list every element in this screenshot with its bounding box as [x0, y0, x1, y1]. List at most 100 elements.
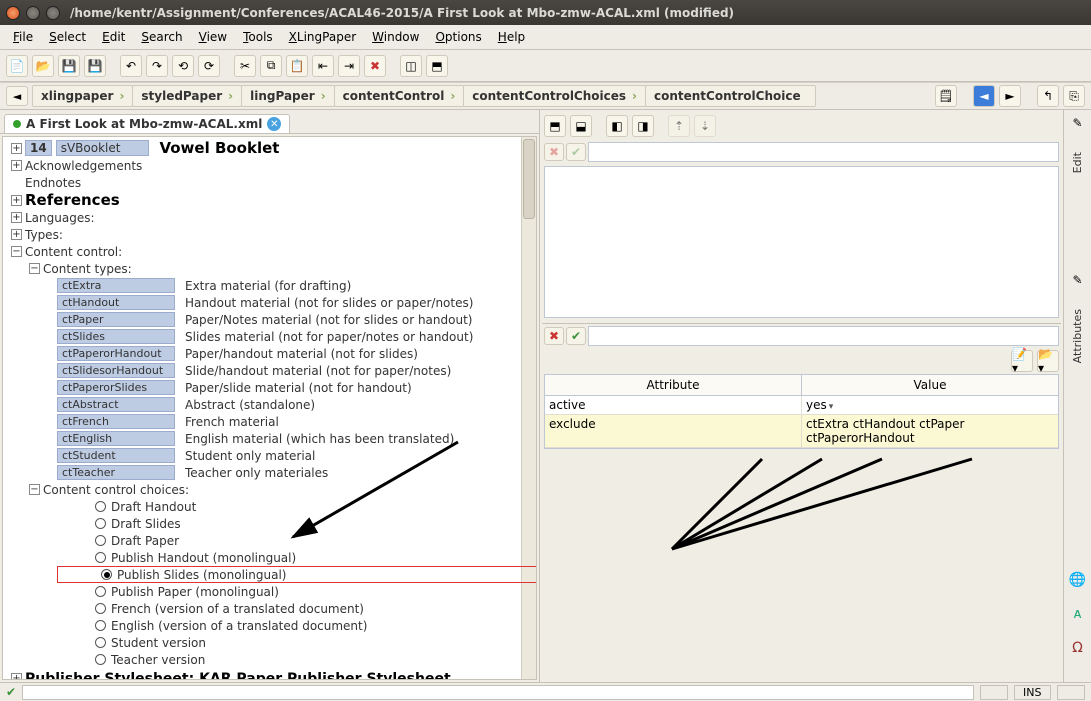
- document-area[interactable]: + 14 sVBooklet Vowel Booklet +Acknowledg…: [2, 136, 537, 680]
- open-icon[interactable]: 📂: [32, 55, 54, 77]
- radio-icon[interactable]: [95, 620, 106, 631]
- paste-before-icon[interactable]: ⇤: [312, 55, 334, 77]
- apply-button[interactable]: ✔: [566, 143, 586, 161]
- delete-icon[interactable]: ✖: [364, 55, 386, 77]
- content-choice[interactable]: Student version: [95, 634, 534, 651]
- content-choice[interactable]: Publish Slides (monolingual): [57, 566, 537, 583]
- collapse-icon[interactable]: −: [11, 246, 22, 257]
- copy-icon[interactable]: ⧉: [260, 55, 282, 77]
- insert-b-icon[interactable]: ⬓: [570, 115, 592, 137]
- view-text-icon[interactable]: 🗒: [935, 85, 957, 107]
- new-icon[interactable]: 📄: [6, 55, 28, 77]
- radio-icon[interactable]: [95, 637, 106, 648]
- crumb-lingpaper[interactable]: lingPaper: [241, 85, 335, 107]
- crumb-contentcontrolchoice[interactable]: contentControlChoice: [645, 85, 816, 107]
- content-choice[interactable]: French (version of a translated document…: [95, 600, 534, 617]
- menu-file[interactable]: File: [6, 27, 40, 47]
- split-v-icon[interactable]: ⬒: [426, 55, 448, 77]
- attr-input[interactable]: [588, 326, 1059, 346]
- tab-close-icon[interactable]: ✕: [267, 117, 281, 131]
- content-choice[interactable]: Draft Paper: [95, 532, 534, 549]
- cut-icon[interactable]: ✂: [234, 55, 256, 77]
- paste-after-icon[interactable]: ⇥: [338, 55, 360, 77]
- crumb-contentcontrol[interactable]: contentControl: [334, 85, 465, 107]
- attr-cancel-button[interactable]: ✖: [544, 327, 564, 345]
- collapse-icon[interactable]: −: [29, 263, 40, 274]
- wrap-b-icon[interactable]: ◨: [632, 115, 654, 137]
- content-choice[interactable]: Draft Slides: [95, 515, 534, 532]
- pencil-icon[interactable]: ✎: [1072, 116, 1082, 130]
- tab-document[interactable]: A First Look at Mbo-zmw-ACAL.xml ✕: [4, 114, 290, 133]
- close-icon[interactable]: [6, 6, 20, 20]
- menu-xlingpaper[interactable]: XLingPaper: [282, 27, 363, 47]
- table-row[interactable]: active yes▾: [545, 396, 1058, 415]
- expand-icon[interactable]: +: [11, 212, 22, 223]
- radio-icon[interactable]: [95, 552, 106, 563]
- menu-options[interactable]: Options: [428, 27, 488, 47]
- breadcrumb-back-icon[interactable]: ◄: [6, 86, 28, 106]
- edit-input[interactable]: [588, 142, 1059, 162]
- tool-a-icon[interactable]: ↰: [1037, 85, 1059, 107]
- menu-search[interactable]: Search: [134, 27, 189, 47]
- nav-fwd-icon[interactable]: ►: [999, 85, 1021, 107]
- content-type-row[interactable]: ctFrenchFrench material: [57, 413, 534, 430]
- attr-value[interactable]: ctExtra ctHandout ctPaper ctPaperorHando…: [802, 415, 1058, 447]
- radio-icon[interactable]: [95, 518, 106, 529]
- attr-value[interactable]: yes▾: [802, 396, 1058, 414]
- cancel-button[interactable]: ✖: [544, 143, 564, 161]
- radio-icon[interactable]: [95, 535, 106, 546]
- content-type-row[interactable]: ctSlidesSlides material (not for paper/n…: [57, 328, 534, 345]
- omega-icon[interactable]: Ω: [1072, 640, 1083, 656]
- save-all-icon[interactable]: 💾: [84, 55, 106, 77]
- content-choice[interactable]: Draft Handout: [95, 498, 534, 515]
- minimize-icon[interactable]: [26, 6, 40, 20]
- radio-icon[interactable]: [101, 569, 112, 580]
- table-row[interactable]: exclude ctExtra ctHandout ctPaper ctPape…: [545, 415, 1058, 448]
- undo-group-icon[interactable]: ⟲: [172, 55, 194, 77]
- save-icon[interactable]: 💾: [58, 55, 80, 77]
- attributes-tab[interactable]: Attributes: [1071, 305, 1084, 367]
- content-type-row[interactable]: ctExtraExtra material (for drafting): [57, 277, 534, 294]
- maximize-icon[interactable]: [46, 6, 60, 20]
- collapse-icon[interactable]: −: [29, 484, 40, 495]
- wrap-icon[interactable]: ◧: [606, 115, 628, 137]
- status-input[interactable]: [22, 685, 973, 700]
- globe-icon[interactable]: 🌐: [1069, 572, 1086, 588]
- radio-icon[interactable]: [95, 501, 106, 512]
- menu-view[interactable]: View: [192, 27, 234, 47]
- content-type-row[interactable]: ctPaperorSlidesPaper/slide material (not…: [57, 379, 534, 396]
- crumb-xlingpaper[interactable]: xlingpaper: [32, 85, 133, 107]
- content-type-row[interactable]: ctEnglishEnglish material (which has bee…: [57, 430, 534, 447]
- content-type-row[interactable]: ctPaperPaper/Notes material (not for sli…: [57, 311, 534, 328]
- content-choice[interactable]: Publish Handout (monolingual): [95, 549, 534, 566]
- content-type-row[interactable]: ctTeacherTeacher only materiales: [57, 464, 534, 481]
- content-choice[interactable]: English (version of a translated documen…: [95, 617, 534, 634]
- expand-icon[interactable]: +: [11, 229, 22, 240]
- edit-listbox[interactable]: [544, 166, 1059, 318]
- radio-icon[interactable]: [95, 654, 106, 665]
- content-type-row[interactable]: ctPaperorHandoutPaper/handout material (…: [57, 345, 534, 362]
- crumb-contentcontrolchoices[interactable]: contentControlChoices: [463, 85, 646, 107]
- paste-icon[interactable]: 📋: [286, 55, 308, 77]
- attr-add-icon[interactable]: 📝▾: [1011, 350, 1033, 372]
- nav-back-icon[interactable]: ◄: [973, 85, 995, 107]
- crumb-styledpaper[interactable]: styledPaper: [132, 85, 242, 107]
- menu-tools[interactable]: Tools: [236, 27, 280, 47]
- radio-icon[interactable]: [95, 603, 106, 614]
- redo-group-icon[interactable]: ⟳: [198, 55, 220, 77]
- content-type-row[interactable]: ctHandoutHandout material (not for slide…: [57, 294, 534, 311]
- menu-edit[interactable]: Edit: [95, 27, 132, 47]
- content-type-row[interactable]: ctStudentStudent only material: [57, 447, 534, 464]
- insert-icon[interactable]: ⬒: [544, 115, 566, 137]
- redo-icon[interactable]: ↷: [146, 55, 168, 77]
- pencil-icon[interactable]: ✎: [1072, 273, 1082, 287]
- content-choice[interactable]: Teacher version: [95, 651, 534, 668]
- attr-folder-icon[interactable]: 📂▾: [1037, 350, 1059, 372]
- expand-icon[interactable]: +: [11, 195, 22, 206]
- split-h-icon[interactable]: ◫: [400, 55, 422, 77]
- menu-help[interactable]: Help: [491, 27, 532, 47]
- abc-icon[interactable]: ᴀ: [1073, 606, 1081, 622]
- chevron-down-icon[interactable]: ▾: [829, 402, 834, 412]
- menu-window[interactable]: Window: [365, 27, 426, 47]
- expand-icon[interactable]: +: [11, 673, 22, 680]
